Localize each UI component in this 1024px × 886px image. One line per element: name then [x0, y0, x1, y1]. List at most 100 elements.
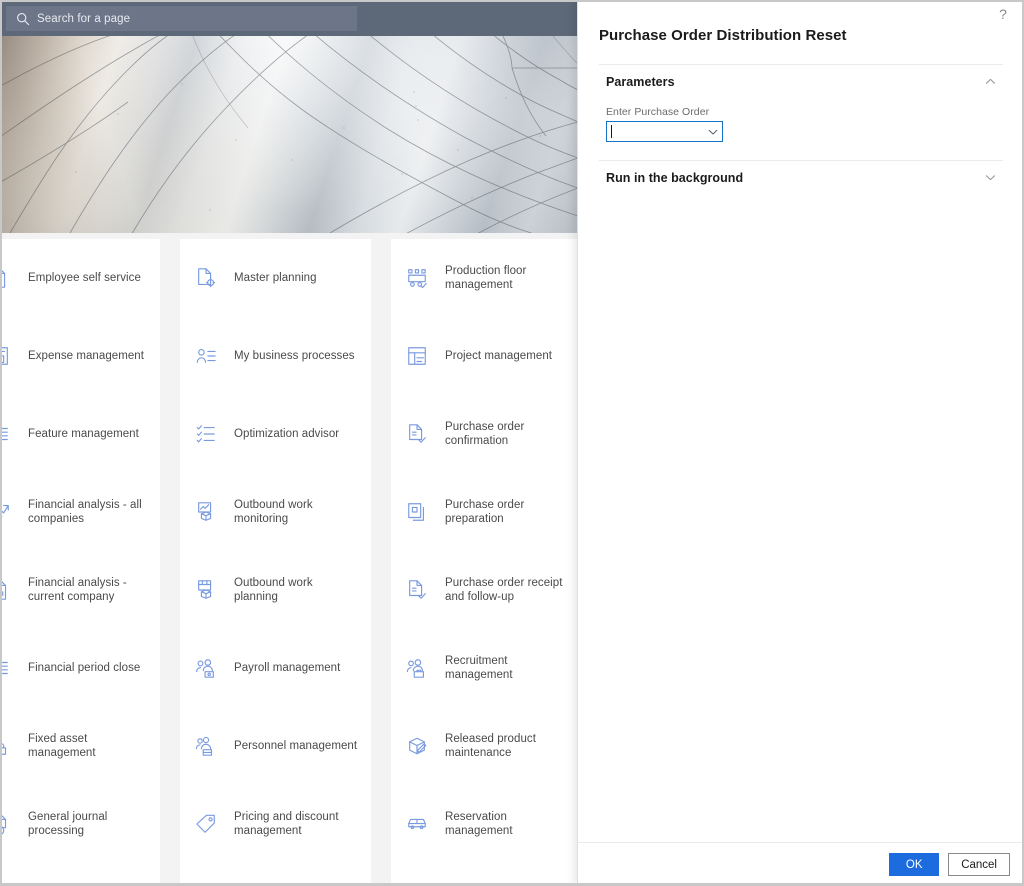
help-icon[interactable]: ? [992, 3, 1014, 25]
workspace-tile-label: Production floor management [445, 264, 577, 293]
checklist-icon [192, 420, 220, 448]
box-calendar-icon [192, 576, 220, 604]
tile-column-1: Employee self service Expense management F… [0, 239, 160, 886]
document-check-icon [403, 576, 431, 604]
workspace-tile[interactable]: Optimization advisor [180, 395, 371, 473]
vehicle-icon [403, 810, 431, 838]
workspace-tile-label: Feature management [28, 427, 139, 442]
top-navigation-bar: Search for a page [0, 0, 578, 36]
window-border-top [0, 0, 1024, 2]
section-header-parameters[interactable]: Parameters [599, 64, 1003, 98]
workspace-tile-label: Fixed asset management [28, 732, 152, 761]
enter-purchase-order-combobox[interactable] [606, 121, 723, 142]
workspace-tile-label: Pricing and discount management [234, 810, 358, 839]
chevron-down-icon[interactable] [982, 170, 998, 186]
workspace-tile-label: Purchase order preparation [445, 498, 577, 527]
section-header-run-in-the-background[interactable]: Run in the background [599, 160, 1003, 194]
document-gear-icon [192, 264, 220, 292]
workspace-tile[interactable]: Personnel management [180, 707, 371, 785]
workspace-tile-label: Released product maintenance [445, 732, 577, 761]
workspace-tile[interactable]: General journal processing [0, 785, 160, 863]
workspace-tile[interactable]: Financial analysis - all companies [0, 473, 160, 551]
workspace-tile[interactable]: Project management [391, 317, 578, 395]
hero-banner-image [0, 32, 578, 233]
people-group-icon [192, 732, 220, 760]
workspace-tile[interactable]: Outbound work planning [180, 551, 371, 629]
asset-lock-icon [0, 732, 14, 760]
document-refresh-icon [0, 810, 14, 838]
workspace-tile-label: Outbound work monitoring [234, 498, 358, 527]
workspace-tile-label: Purchase order receipt and follow-up [445, 576, 577, 605]
window-border-left [0, 0, 2, 886]
text-caret [611, 125, 612, 138]
list-lines-icon [0, 420, 14, 448]
workspace-tile[interactable]: My business processes [180, 317, 371, 395]
search-input[interactable]: Search for a page [6, 6, 357, 31]
enter-purchase-order-label: Enter Purchase Order [606, 106, 1003, 118]
workspace-tile-label: Employee self service [28, 271, 141, 286]
workspace-tile[interactable]: Financial analysis - current company [0, 551, 160, 629]
workspace-tile[interactable]: Feature management [0, 395, 160, 473]
document-person-icon [0, 264, 14, 292]
workspace-tile-grid: Employee self service Expense management F… [0, 239, 578, 886]
workspace-tile[interactable]: Outbound work monitoring [180, 473, 371, 551]
people-money-icon [192, 654, 220, 682]
ok-button[interactable]: OK [889, 853, 939, 876]
dialog-body: Parameters Enter Purchase Order [578, 64, 1024, 842]
price-tag-icon [192, 810, 220, 838]
section-title-run-in-the-background: Run in the background [606, 171, 743, 185]
documents-stack-icon [403, 498, 431, 526]
tile-column-2: Master planning My business processes Opti… [180, 239, 371, 886]
workspace-tile[interactable]: Payroll management [180, 629, 371, 707]
workspace-tile[interactable]: Purchase order receipt and follow-up [391, 551, 578, 629]
workspace-tile[interactable]: Released product maintenance [391, 707, 578, 785]
production-machine-icon [403, 264, 431, 292]
box-pencil-icon [403, 732, 431, 760]
document-chart-icon [0, 576, 14, 604]
workspace-tile[interactable]: Pricing and discount management [180, 785, 371, 863]
dialog-title: Purchase Order Distribution Reset [578, 0, 1024, 44]
workspace-tile-label: Personnel management [234, 739, 357, 754]
tile-column-3: Production floor management Project manag… [391, 239, 578, 886]
dialog-footer: OK Cancel [578, 842, 1024, 886]
cancel-button[interactable]: Cancel [948, 853, 1010, 876]
person-list-icon [192, 342, 220, 370]
workspace-tile-label: Purchase order confirmation [445, 420, 577, 449]
workspace-tile-label: Payroll management [234, 661, 340, 676]
document-check-icon [403, 420, 431, 448]
workspace-tile-label: Recruitment management [445, 654, 577, 683]
workspace-tile-label: Project management [445, 349, 552, 364]
project-board-icon [403, 342, 431, 370]
list-lines-icon [0, 654, 14, 682]
workspace-tile[interactable]: Purchase order preparation [391, 473, 578, 551]
workspace-tile[interactable]: Recruitment management [391, 629, 578, 707]
trend-arrow-check-icon [0, 498, 14, 526]
hero-panel-seams [0, 32, 578, 233]
dashboard-page: Search for a page [0, 0, 578, 886]
workspace-tile-label: Reservation management [445, 810, 577, 839]
expense-receipt-icon [0, 342, 14, 370]
workspace-tile-label: Expense management [28, 349, 144, 364]
workspace-tile-label: General journal processing [28, 810, 152, 839]
workspace-tile[interactable]: Employee self service [0, 239, 160, 317]
section-title-parameters: Parameters [606, 75, 675, 89]
workspace-tile[interactable]: Purchase order confirmation [391, 395, 578, 473]
workspace-tile-label: Master planning [234, 271, 317, 286]
workspace-tile-label: Financial analysis - all companies [28, 498, 152, 527]
workspace-tile[interactable]: Production floor management [391, 239, 578, 317]
workspace-tile-label: Optimization advisor [234, 427, 339, 442]
section-content-parameters: Enter Purchase Order [599, 98, 1003, 160]
workspace-tile[interactable]: Financial period close [0, 629, 160, 707]
search-icon [15, 11, 30, 26]
workspace-tile[interactable]: Expense management [0, 317, 160, 395]
chevron-down-icon[interactable] [704, 122, 722, 141]
workspace-tile-label: Financial analysis - current company [28, 576, 152, 605]
box-monitor-icon [192, 498, 220, 526]
search-placeholder-text: Search for a page [37, 13, 130, 25]
workspace-tile-label: Financial period close [28, 661, 140, 676]
workspace-tile[interactable]: Reservation management [391, 785, 578, 863]
chevron-up-icon[interactable] [982, 74, 998, 90]
workspace-tile[interactable]: Fixed asset management [0, 707, 160, 785]
workspace-tile[interactable]: Master planning [180, 239, 371, 317]
application-window: Search for a page [0, 0, 1024, 886]
